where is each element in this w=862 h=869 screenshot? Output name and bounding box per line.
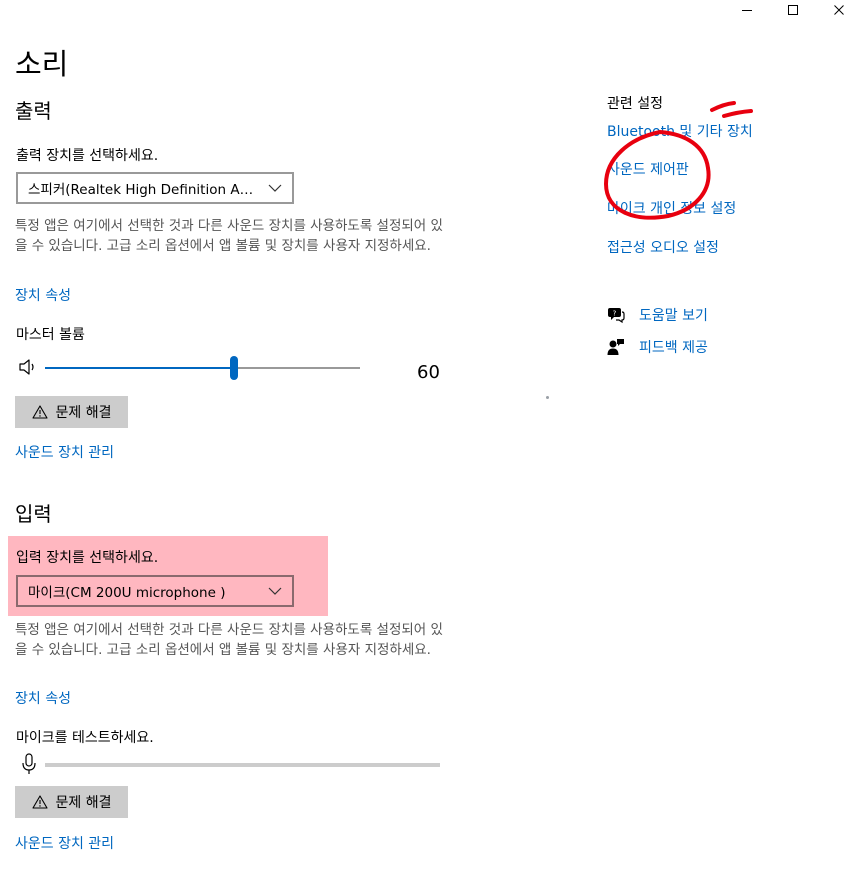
input-troubleshoot-label: 문제 해결 [55,795,112,811]
warning-icon [31,405,48,419]
related-link-bluetooth[interactable]: Bluetooth 및 기타 장치 [607,122,753,142]
minimize-icon [742,10,752,11]
related-link-mic-privacy[interactable]: 마이크 개인 정보 설정 [607,199,736,219]
mic-level-meter [45,763,440,767]
get-help-label: 도움말 보기 [639,308,708,324]
input-description: 특정 앱은 여기에서 선택한 것과 다른 사운드 장치를 사용하도록 설정되어 … [15,622,443,658]
input-device-dropdown[interactable]: 마이크(CM 200U microphone ) [16,575,294,607]
window-controls [724,0,862,20]
output-troubleshoot-label: 문제 해결 [55,405,112,421]
sound-settings-window: 소리 출력 출력 장치를 선택하세요. 스피커(Realtek High Def… [0,0,862,869]
volume-slider-track [234,367,360,369]
give-feedback-item[interactable]: 피드백 제공 [607,337,708,357]
stray-dot [546,396,549,399]
output-manage-devices-link[interactable]: 사운드 장치 관리 [15,443,114,463]
related-link-accessibility-audio[interactable]: 접근성 오디오 설정 [607,238,719,258]
maximize-button[interactable] [770,0,816,20]
input-heading: 입력 [15,502,52,526]
related-settings-title: 관련 설정 [607,96,663,112]
warning-icon [31,795,48,809]
minimize-button[interactable] [724,0,770,20]
page-title: 소리 [15,47,69,81]
svg-text:?: ? [613,310,617,318]
input-device-value: 마이크(CM 200U microphone ) [28,585,226,601]
output-device-properties-link[interactable]: 장치 속성 [15,286,71,306]
output-device-dropdown[interactable]: 스피커(Realtek High Definition Audio) [16,172,294,204]
related-link-sound-control-panel[interactable]: 사운드 제어판 [607,160,689,180]
mic-test-label: 마이크를 테스트하세요. [16,730,154,746]
give-feedback-label: 피드백 제공 [639,340,708,356]
input-select-label: 입력 장치를 선택하세요. [16,550,159,566]
output-select-label: 출력 장치를 선택하세요. [16,148,159,164]
get-help-item[interactable]: ? 도움말 보기 [607,305,708,325]
close-button[interactable] [816,0,862,20]
master-volume-label: 마스터 볼륨 [16,327,85,343]
input-troubleshoot-button[interactable]: 문제 해결 [15,786,128,818]
output-heading: 출력 [15,99,52,123]
output-description: 특정 앱은 여기에서 선택한 것과 다른 사운드 장치를 사용하도록 설정되어 … [15,218,443,254]
input-device-properties-link[interactable]: 장치 속성 [15,689,71,709]
speaker-icon[interactable] [18,358,38,380]
chevron-down-icon [258,184,292,192]
feedback-icon [607,338,625,356]
volume-slider-fill [45,367,234,369]
close-icon [834,5,844,15]
volume-slider-thumb[interactable] [230,356,238,380]
master-volume-slider[interactable] [45,355,360,381]
help-chat-icon: ? [607,306,625,324]
output-troubleshoot-button[interactable]: 문제 해결 [15,396,128,428]
volume-value: 60 [417,362,440,383]
maximize-icon [788,5,798,15]
chevron-down-icon [258,587,292,595]
microphone-icon [21,753,37,779]
input-manage-devices-link[interactable]: 사운드 장치 관리 [15,834,114,854]
output-device-value: 스피커(Realtek High Definition Audio) [28,182,258,198]
